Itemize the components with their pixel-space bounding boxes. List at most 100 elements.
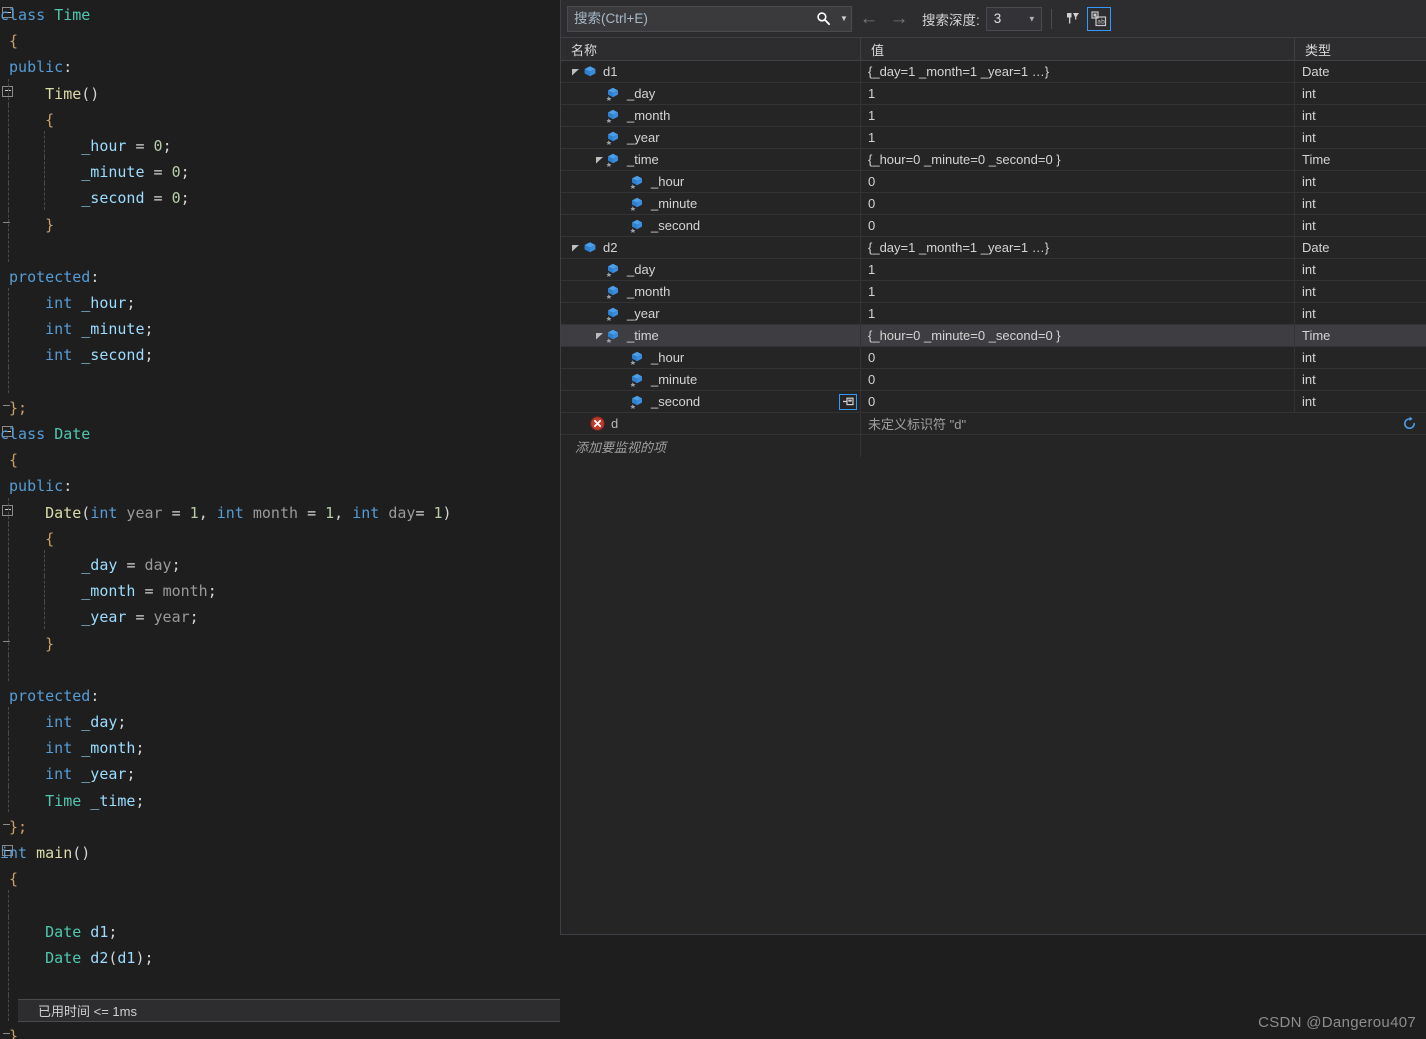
code-line-text: Time() [0, 81, 99, 107]
search-forward-button[interactable]: → [886, 6, 912, 32]
watch-row[interactable]: _year 1 int [561, 303, 1426, 325]
code-editor-pane[interactable]: class Time { public: Time() { _hour = 0;… [0, 0, 560, 1039]
pin-to-source-icon[interactable] [839, 393, 857, 410]
code-token: _month [0, 582, 145, 601]
ab-code-view-icon[interactable]: ab [1086, 6, 1111, 31]
watch-row-name-cell[interactable]: _second [561, 391, 861, 412]
watch-variable-type: Time [1302, 328, 1331, 343]
code-token: _time [81, 791, 136, 810]
watch-row-name-cell[interactable]: _time [561, 325, 861, 346]
code-token: public [0, 477, 64, 496]
code-line-text: int _hour; [0, 290, 135, 316]
field-icon [605, 329, 622, 343]
code-line-text: public: [0, 54, 72, 80]
code-token: d2 [81, 948, 109, 967]
watch-row[interactable]: _minute 0 int [561, 193, 1426, 215]
watch-row-name-cell[interactable]: _day [561, 83, 861, 104]
code-token: Time [0, 84, 82, 103]
expander-expanded-icon[interactable] [593, 325, 605, 346]
watch-row-value-cell[interactable]: {_hour=0 _minute=0 _second=0 } [861, 325, 1295, 346]
watch-variable-type: int [1302, 108, 1316, 123]
watch-row-value-cell[interactable]: 1 [861, 127, 1295, 148]
watch-row-name-cell[interactable]: _minute [561, 193, 861, 214]
code-token: _hour [72, 294, 127, 313]
code-line-text: Date(int year = 1, int month = 1, int da… [0, 500, 451, 526]
watch-row-name-cell[interactable]: _year [561, 127, 861, 148]
watch-row-value-cell[interactable]: {_day=1 _month=1 _year=1 …} [861, 61, 1295, 82]
watch-row-value-cell[interactable]: 1 [861, 105, 1295, 126]
watch-variable-type: int [1302, 372, 1316, 387]
search-input[interactable] [568, 6, 809, 31]
watch-row[interactable]: _year 1 int [561, 127, 1426, 149]
watch-variable-value: {_hour=0 _minute=0 _second=0 } [868, 328, 1061, 343]
watch-row-name-cell[interactable]: _hour [561, 347, 861, 368]
watch-row-value-cell[interactable]: 0 [861, 215, 1295, 236]
watch-row[interactable]: _second 0 int [561, 215, 1426, 237]
code-token: , [198, 503, 217, 522]
search-icon[interactable] [809, 7, 837, 31]
watch-variable-value: 0 [868, 174, 876, 189]
add-watch-row[interactable]: 添加要监视的项 [561, 435, 1426, 457]
expander-expanded-icon[interactable] [569, 61, 581, 82]
watch-row-value-cell[interactable]: 1 [861, 303, 1295, 324]
watch-variable-value: 1 [868, 262, 876, 277]
watch-error-message-cell[interactable]: 未定义标识符 "d" [861, 413, 1425, 434]
code-token: } [0, 215, 55, 234]
watch-row[interactable]: _month 1 int [561, 105, 1426, 127]
watch-row-value-cell[interactable]: 1 [861, 83, 1295, 104]
watch-row[interactable]: _month 1 int [561, 281, 1426, 303]
expander-expanded-icon[interactable] [593, 149, 605, 170]
watch-row[interactable]: _day 1 int [561, 259, 1426, 281]
watch-row[interactable]: d2 {_day=1 _month=1 _year=1 …} Date [561, 237, 1426, 259]
search-depth-select[interactable]: 3 ▼ [985, 6, 1042, 31]
code-token: 0 [153, 136, 163, 155]
watch-row[interactable]: _day 1 int [561, 83, 1426, 105]
watch-row[interactable]: _hour 0 int [561, 171, 1426, 193]
column-header-type[interactable]: 类型 [1295, 38, 1425, 60]
code-token: int [216, 503, 244, 522]
watch-row-name-cell[interactable]: d2 [561, 237, 861, 258]
search-box[interactable]: ▼ [567, 5, 852, 32]
watch-row-value-cell[interactable]: 1 [861, 259, 1295, 280]
expander-empty [617, 369, 629, 390]
watch-row-value-cell[interactable]: 0 [861, 193, 1295, 214]
column-header-value[interactable]: 值 [861, 38, 1295, 60]
watch-row-name-cell[interactable]: _year [561, 303, 861, 324]
column-header-name[interactable]: 名称 [561, 38, 861, 60]
watch-row-name-cell[interactable]: _hour [561, 171, 861, 192]
watch-row-type-cell: Time [1295, 325, 1425, 346]
watch-row[interactable]: _time {_hour=0 _minute=0 _second=0 } Time [561, 149, 1426, 171]
code-token: int [90, 503, 118, 522]
watch-row-value-cell[interactable]: 0 [861, 171, 1295, 192]
watch-row[interactable]: _time {_hour=0 _minute=0 _second=0 } Time [561, 325, 1426, 347]
watch-row[interactable]: d1 {_day=1 _month=1 _year=1 …} Date [561, 61, 1426, 83]
watch-row-name-cell[interactable]: _month [561, 281, 861, 302]
watch-row-value-cell[interactable]: {_hour=0 _minute=0 _second=0 } [861, 149, 1295, 170]
watch-error-row[interactable]: d 未定义标识符 "d" [561, 413, 1426, 435]
watch-row[interactable]: _second 0 int [561, 391, 1426, 413]
refresh-icon[interactable] [1401, 416, 1417, 432]
expander-expanded-icon[interactable] [569, 237, 581, 258]
watch-row-value-cell[interactable]: 1 [861, 281, 1295, 302]
code-token: Date [0, 948, 82, 967]
indent-guide [8, 890, 9, 917]
watch-row-name-cell[interactable]: _time [561, 149, 861, 170]
watch-row[interactable]: _hour 0 int [561, 347, 1426, 369]
watch-row-name-cell[interactable]: _second [561, 215, 861, 236]
pin-filter-icon[interactable] [1061, 7, 1085, 31]
watch-row-value-cell[interactable]: 0 [861, 391, 1295, 412]
watch-row-name-cell[interactable]: _minute [561, 369, 861, 390]
search-back-button[interactable]: ← [856, 6, 882, 32]
watch-error-name-cell[interactable]: d [561, 413, 861, 434]
search-dropdown-icon[interactable]: ▼ [837, 7, 851, 31]
watch-row[interactable]: _minute 0 int [561, 369, 1426, 391]
add-watch-input[interactable]: 添加要监视的项 [561, 435, 861, 457]
watch-row-name-cell[interactable]: _month [561, 105, 861, 126]
watch-row-name-cell[interactable]: d1 [561, 61, 861, 82]
field-icon [629, 197, 646, 211]
watch-row-value-cell[interactable]: 0 [861, 369, 1295, 390]
watch-row-name-cell[interactable]: _day [561, 259, 861, 280]
watch-row-value-cell[interactable]: {_day=1 _month=1 _year=1 …} [861, 237, 1295, 258]
field-icon [605, 153, 622, 167]
watch-row-value-cell[interactable]: 0 [861, 347, 1295, 368]
